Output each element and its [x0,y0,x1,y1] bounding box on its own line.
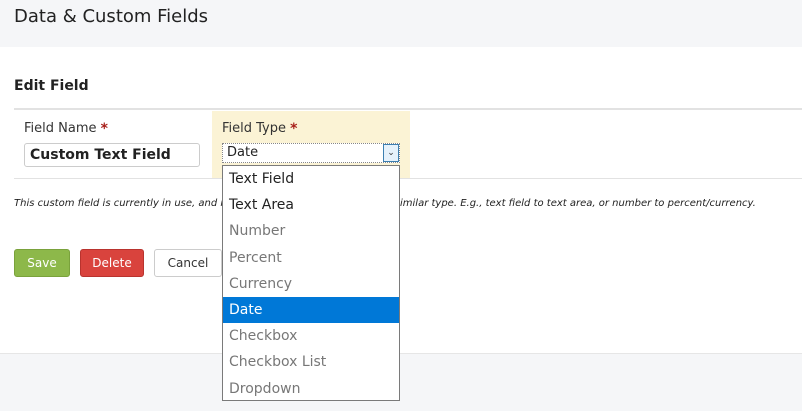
field-name-label-text: Field Name [24,121,97,136]
required-marker: * [290,121,298,137]
dropdown-option[interactable]: Text Field [223,166,399,192]
field-type-label: Field Type * [222,121,297,137]
field-type-dropdown-list: Text Field Text Area Number Percent Currency… [222,165,400,401]
divider [14,108,802,110]
field-name-label: Field Name * [24,121,108,137]
delete-button[interactable]: Delete [80,249,144,277]
dropdown-option[interactable]: Checkbox List [223,349,399,375]
chevron-down-icon[interactable]: ⌄ [383,144,399,162]
usage-note-continued: imilar type. E.g., text field to text ar… [400,198,756,209]
field-name-input[interactable]: Custom Text Field [24,143,200,167]
usage-note: This custom field is currently in use, a… [14,198,233,209]
required-marker: * [100,121,108,137]
dropdown-option[interactable]: Currency [223,271,399,297]
dropdown-option[interactable]: Dropdown [223,376,399,402]
section-title: Edit Field [14,78,89,94]
page-title: Data & Custom Fields [14,6,209,27]
field-type-label-text: Field Type [222,121,286,136]
divider [14,178,802,179]
dropdown-option[interactable]: Text Area [223,192,399,218]
dropdown-option[interactable]: Date [223,296,399,324]
dropdown-option[interactable]: Number [223,218,399,244]
page-footer [0,353,802,411]
field-type-select[interactable]: Date ⌄ [222,143,400,163]
field-type-value: Date [227,145,259,160]
dropdown-option[interactable]: Checkbox [223,323,399,349]
cancel-button[interactable]: Cancel [154,249,222,277]
dropdown-option[interactable]: Percent [223,245,399,271]
save-button[interactable]: Save [14,249,70,277]
